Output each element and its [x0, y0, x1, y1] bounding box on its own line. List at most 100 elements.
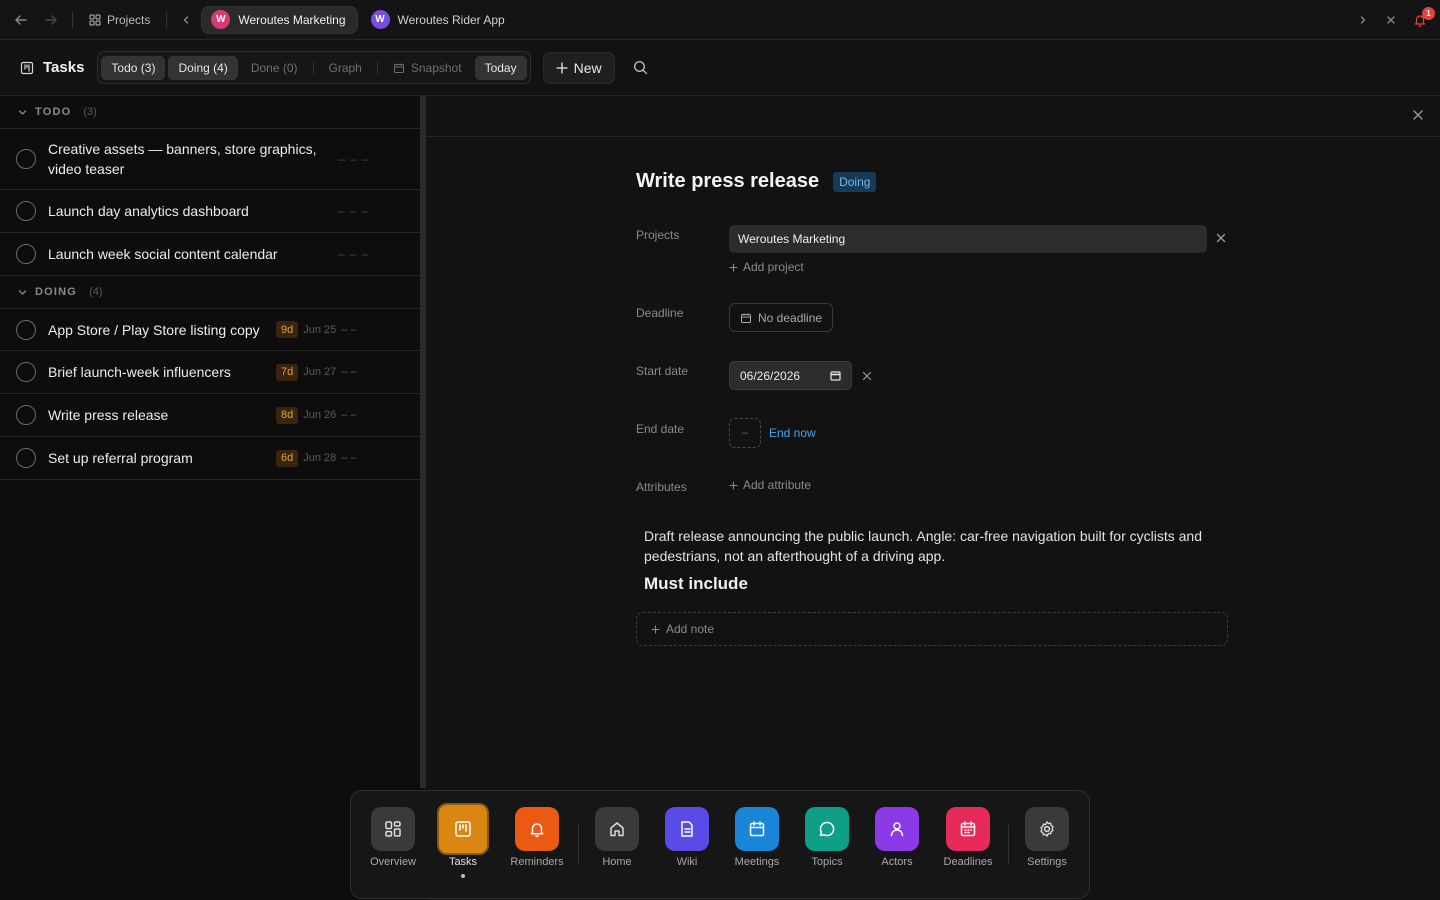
add-project-button[interactable]: Add project — [729, 260, 804, 274]
project-avatar: W — [211, 10, 231, 29]
tasks-toolbar: Tasks Todo (3) Doing (4) Done (0) Graph … — [0, 40, 1440, 96]
plus-icon — [729, 480, 738, 490]
calendar-icon[interactable] — [830, 370, 841, 381]
task-row[interactable]: Set up referral program 6d Jun 28 – – — [0, 437, 420, 480]
calendar-icon — [735, 807, 779, 851]
dock-home[interactable]: Home — [587, 807, 647, 868]
project-chip[interactable]: Weroutes Marketing — [729, 225, 1207, 253]
filter-graph[interactable]: Graph — [319, 56, 372, 80]
gear-icon — [1025, 807, 1069, 851]
calendar-icon — [741, 313, 751, 323]
task-row[interactable]: Launch day analytics dashboard – – – — [0, 190, 420, 233]
task-checkbox[interactable] — [16, 405, 36, 425]
topbar-right: 1 — [1352, 0, 1435, 40]
filter-done[interactable]: Done (0) — [241, 56, 308, 80]
task-dashes: – – – — [338, 152, 370, 166]
task-row[interactable]: Brief launch-week influencers 7d Jun 27 … — [0, 351, 420, 394]
section-todo[interactable]: TODO (3) — [0, 96, 420, 128]
task-title[interactable]: Write press release — [636, 170, 819, 193]
dock-wiki[interactable]: Wiki — [657, 807, 717, 868]
dock-overview[interactable]: Overview — [363, 807, 423, 868]
task-meta: 7d Jun 27 – – — [276, 363, 357, 381]
task-row[interactable]: Creative assets — banners, store graphic… — [0, 128, 420, 190]
grid-icon — [371, 807, 415, 851]
add-attribute-button[interactable]: Add attribute — [729, 478, 811, 492]
dock-label: Meetings — [734, 856, 780, 868]
task-checkbox[interactable] — [16, 201, 36, 221]
deadline-value: No deadline — [758, 310, 823, 325]
end-now-link[interactable]: End now — [769, 426, 816, 440]
dock-label: Deadlines — [943, 856, 993, 868]
section-label: DOING — [35, 286, 78, 298]
days-badge: 6d — [276, 449, 299, 467]
deadline-picker[interactable]: No deadline — [729, 303, 834, 332]
start-date-input[interactable]: 06/26/2026 — [729, 361, 852, 390]
task-title: Write press release — [48, 407, 169, 423]
filter-today[interactable]: Today — [474, 55, 527, 80]
end-date-box[interactable]: – — [729, 418, 761, 448]
dock-actors[interactable]: Actors — [867, 807, 927, 868]
tab-label: Weroutes Marketing — [238, 12, 346, 27]
section-doing[interactable]: DOING (4) — [0, 276, 420, 308]
chat-icon — [805, 807, 849, 851]
filter-snapshot[interactable]: Snapshot — [383, 56, 472, 80]
task-dashes: – – — [341, 323, 357, 336]
clear-start-date-icon[interactable] — [862, 371, 872, 381]
bell-icon — [515, 807, 559, 851]
tab-weroutes-marketing[interactable]: W Weroutes Marketing — [201, 5, 358, 34]
dock-reminders[interactable]: Reminders — [507, 807, 567, 868]
tab-weroutes-rider-app[interactable]: W Weroutes Rider App — [362, 6, 516, 34]
new-label: New — [573, 59, 602, 76]
task-meta: 8d Jun 26 – – — [276, 406, 357, 424]
tab-label: Weroutes Rider App — [397, 12, 505, 27]
home-icon — [595, 807, 639, 851]
new-task-button[interactable]: New — [542, 51, 615, 84]
projects-link[interactable]: Projects — [81, 13, 158, 27]
add-note-button[interactable]: Add note — [636, 612, 1228, 646]
back-arrow-icon[interactable] — [10, 9, 32, 31]
task-checkbox[interactable] — [16, 319, 36, 340]
view-filter-group: Todo (3) Doing (4) Done (0) Graph Snapsh… — [97, 51, 531, 84]
search-icon[interactable] — [633, 60, 648, 75]
filter-doing[interactable]: Doing (4) — [168, 55, 238, 80]
task-row[interactable]: App Store / Play Store listing copy 9d J… — [0, 308, 420, 351]
close-icon[interactable] — [1412, 109, 1424, 121]
task-row[interactable]: Launch week social content calendar – – … — [0, 233, 420, 276]
remove-project-icon[interactable] — [1216, 233, 1226, 243]
page-title: Tasks — [20, 59, 84, 76]
task-checkbox[interactable] — [16, 244, 36, 264]
calendar-icon — [393, 63, 404, 73]
task-title: Creative assets — banners, store graphic… — [48, 141, 317, 177]
task-row[interactable]: Write press release 8d Jun 26 – – — [0, 394, 420, 437]
task-title: Brief launch-week influencers — [48, 364, 231, 380]
status-badge[interactable]: Doing — [833, 171, 877, 192]
plus-icon — [651, 624, 660, 634]
dock-settings[interactable]: Settings — [1017, 807, 1077, 868]
forward-arrow-icon[interactable] — [40, 9, 62, 31]
divider — [376, 60, 378, 75]
dock-deadlines[interactable]: Deadlines — [938, 807, 998, 868]
chevron-left-icon[interactable] — [175, 9, 197, 31]
dock-meetings[interactable]: Meetings — [727, 807, 787, 868]
project-avatar: W — [370, 10, 390, 29]
days-badge: 8d — [276, 406, 299, 424]
dock-label: Wiki — [676, 856, 698, 868]
task-checkbox[interactable] — [16, 149, 36, 169]
task-description[interactable]: Draft release announcing the public laun… — [644, 526, 1204, 594]
close-icon[interactable] — [1380, 9, 1402, 31]
due-date: Jun 27 — [303, 366, 337, 378]
chevron-right-icon[interactable] — [1352, 9, 1374, 31]
notification-bell[interactable]: 1 — [1408, 7, 1435, 32]
task-checkbox[interactable] — [16, 448, 36, 468]
app-dock: Overview Tasks Reminders Home Wiki Meeti… — [350, 790, 1090, 899]
filter-todo[interactable]: Todo (3) — [101, 55, 166, 80]
days-badge: 7d — [276, 363, 299, 381]
calendar-grid-icon — [946, 807, 990, 851]
kanban-icon — [437, 803, 489, 855]
dock-tasks[interactable]: Tasks — [433, 803, 493, 878]
projects-label: Projects — [107, 12, 151, 27]
task-checkbox[interactable] — [16, 362, 36, 382]
dock-label: Reminders — [510, 856, 564, 868]
dock-topics[interactable]: Topics — [797, 807, 857, 868]
snapshot-label: Snapshot — [410, 60, 462, 75]
